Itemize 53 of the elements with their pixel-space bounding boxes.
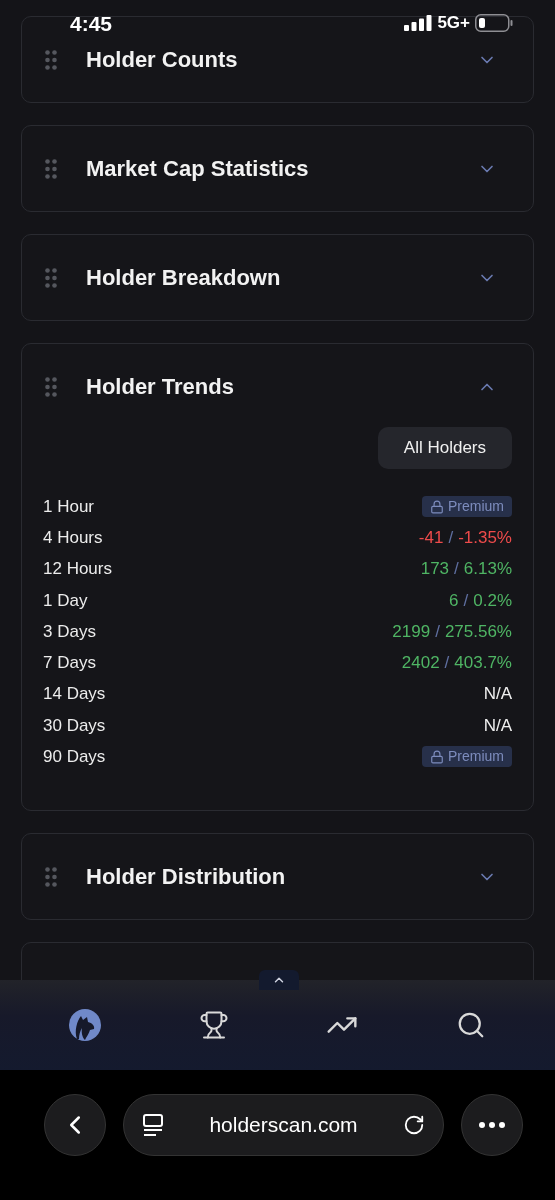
trend-value: N/A bbox=[483, 714, 512, 737]
separator: / bbox=[444, 652, 450, 675]
section-title[interactable]: Holder Counts bbox=[86, 43, 477, 76]
drag-handle-icon[interactable] bbox=[45, 376, 57, 397]
holder-change-percent: 403.7% bbox=[454, 652, 512, 675]
drag-handle-icon[interactable] bbox=[45, 158, 57, 179]
holder-change-percent: 6.13% bbox=[463, 558, 512, 581]
separator: / bbox=[435, 620, 440, 643]
url-text: holderscan.com bbox=[209, 1112, 358, 1139]
trophy-icon[interactable] bbox=[198, 1010, 229, 1040]
trend-value: N/A bbox=[483, 683, 512, 706]
period-label: 30 Days bbox=[43, 714, 106, 737]
more-icon bbox=[479, 1122, 505, 1128]
lock-icon bbox=[430, 499, 444, 514]
drag-handle-icon[interactable] bbox=[45, 49, 57, 70]
drag-handle-icon[interactable] bbox=[45, 267, 57, 288]
separator: / bbox=[448, 527, 454, 550]
holder-change-count: 173 bbox=[420, 558, 450, 581]
section-title[interactable]: Holder Trends bbox=[86, 370, 477, 403]
holder-change-count: 2199 bbox=[392, 620, 431, 643]
premium-badge: Premium bbox=[422, 746, 512, 768]
drag-handle-icon[interactable] bbox=[45, 866, 57, 887]
period-label: 90 Days bbox=[43, 745, 106, 768]
scroll-up-tab[interactable] bbox=[259, 970, 299, 990]
period-label: 14 Days bbox=[43, 683, 106, 706]
section-title[interactable]: Market Cap Statistics bbox=[86, 152, 477, 185]
battery-icon bbox=[475, 13, 513, 32]
holder-change-percent: 275.56% bbox=[444, 620, 512, 643]
period-label: 12 Hours bbox=[43, 558, 112, 581]
holder-change-count: -41 bbox=[418, 527, 444, 550]
period-label: 4 Hours bbox=[43, 527, 103, 550]
lock-icon bbox=[430, 749, 444, 764]
period-label: 1 Hour bbox=[43, 495, 95, 518]
reload-icon[interactable] bbox=[403, 1114, 425, 1136]
holder-change-count: 2402 bbox=[401, 652, 440, 675]
network-label: 5G+ bbox=[437, 11, 470, 34]
address-bar[interactable]: holderscan.com bbox=[123, 1094, 444, 1156]
section-title[interactable]: Holder Breakdown bbox=[86, 261, 477, 294]
period-label: 7 Days bbox=[43, 652, 96, 675]
premium-badge: Premium bbox=[422, 496, 512, 518]
separator: / bbox=[463, 589, 469, 612]
separator: / bbox=[454, 558, 459, 581]
holder-change-percent: 0.2% bbox=[473, 589, 512, 612]
cat-logo-icon[interactable] bbox=[68, 1009, 101, 1041]
period-label: 3 Days bbox=[43, 620, 96, 643]
filter-button[interactable]: All Holders bbox=[377, 427, 512, 469]
holder-change-percent: -1.35% bbox=[458, 527, 512, 550]
section-title[interactable]: Holder Distribution bbox=[86, 860, 477, 894]
signal-icon bbox=[404, 14, 433, 31]
status-time: 4:45 bbox=[70, 10, 113, 37]
page-menu-icon[interactable] bbox=[142, 1113, 164, 1137]
holder-change-count: 6 bbox=[449, 589, 459, 612]
period-label: 1 Day bbox=[43, 589, 88, 612]
